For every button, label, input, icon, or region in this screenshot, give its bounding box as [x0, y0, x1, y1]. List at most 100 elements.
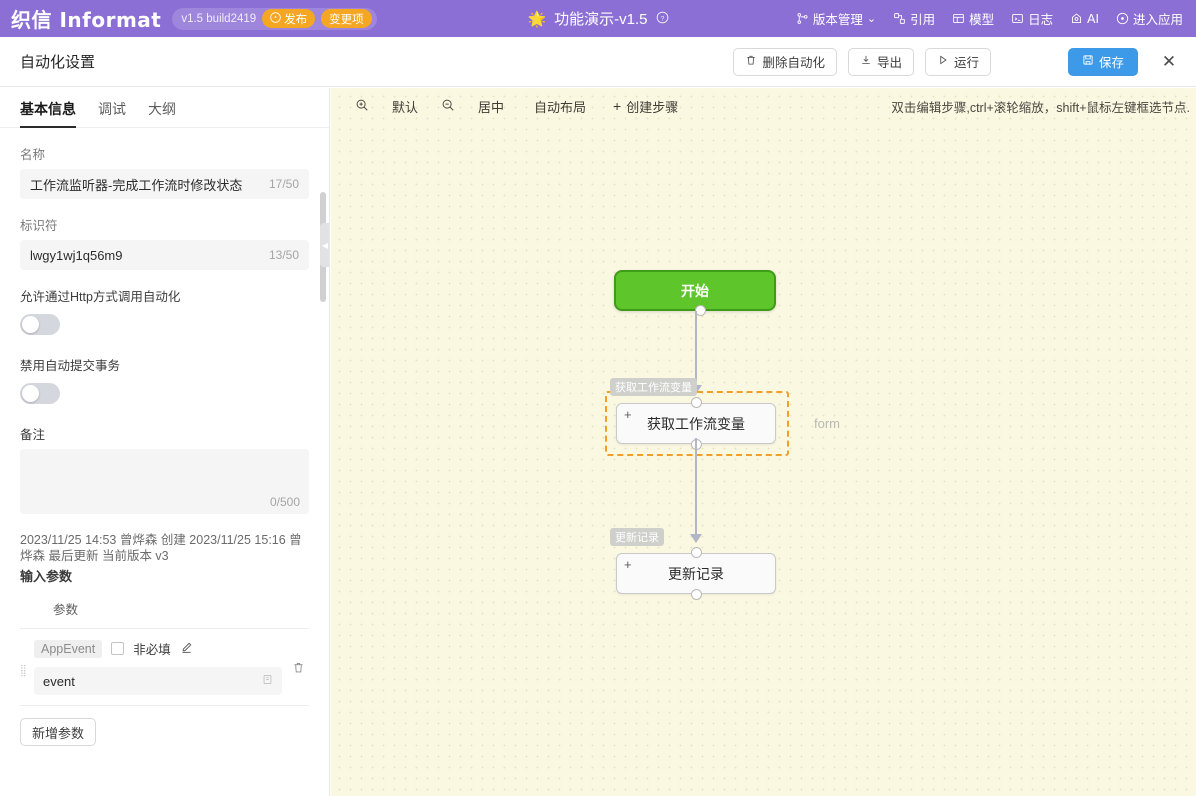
- model-icon: [952, 12, 965, 25]
- chevron-down-icon: ⌄: [867, 12, 876, 25]
- settings-side-panel: 基本信息 调试 大纲 名称 工作流监听器-完成工作流时修改状态 17/50 标识…: [0, 88, 330, 796]
- trash-icon: [745, 54, 757, 69]
- http-toggle-label: 允许通过Http方式调用自动化: [20, 286, 309, 305]
- zoom-out-icon: [441, 98, 455, 115]
- txn-toggle-switch[interactable]: [20, 383, 60, 404]
- header-right-menu: 版本管理 ⌄ 引用 模型 日志: [796, 9, 1196, 28]
- txn-toggle-knob: [22, 385, 39, 402]
- export-label: 导出: [877, 52, 902, 71]
- param-optional-label: 非必填: [133, 639, 171, 658]
- update-node-expand-plus-icon[interactable]: +: [624, 557, 632, 572]
- getvar-node-input-port[interactable]: [691, 397, 702, 408]
- menu-ai-label: AI: [1087, 12, 1099, 26]
- panel-collapse-handle[interactable]: ◀: [320, 223, 330, 267]
- txn-toggle-label: 禁用自动提交事务: [20, 355, 309, 374]
- zoom-in-button[interactable]: [345, 98, 377, 115]
- param-value-text: event: [43, 674, 75, 689]
- identifier-field-label: 标识符: [20, 215, 309, 234]
- auto-layout-button[interactable]: 自动布局: [519, 97, 601, 116]
- http-toggle-knob: [22, 316, 39, 333]
- name-field-label: 名称: [20, 144, 309, 163]
- flow-edge-arrow-2: [690, 534, 702, 543]
- param-value-input[interactable]: event: [34, 667, 282, 695]
- param-delete-icon[interactable]: [282, 639, 309, 677]
- canvas-hint-text: 双击编辑步骤,ctrl+滚轮缩放，shift+鼠标左键框选节点.: [891, 88, 1190, 124]
- zoom-out-button[interactable]: [433, 98, 463, 115]
- toolbar-actions: 删除自动化 导出 运行 保存 ✕: [733, 48, 1196, 76]
- name-input[interactable]: 工作流监听器-完成工作流时修改状态 17/50: [20, 169, 309, 199]
- name-input-value: 工作流监听器-完成工作流时修改状态: [30, 175, 242, 194]
- plus-icon: +: [613, 98, 621, 114]
- pencil-icon[interactable]: [180, 641, 193, 657]
- tab-outline[interactable]: 大纲: [148, 99, 176, 127]
- flow-node-update-record-tag: 更新记录: [610, 528, 664, 546]
- menu-reference-label: 引用: [910, 9, 935, 28]
- close-icon[interactable]: ✕: [1157, 50, 1181, 74]
- zoom-in-icon: [355, 98, 369, 115]
- flow-edge-getvar-to-update: [695, 438, 697, 536]
- param-column-header: 参数: [20, 585, 309, 629]
- node-expand-plus-icon[interactable]: +: [624, 407, 632, 422]
- flow-node-start-label: 开始: [681, 281, 709, 301]
- run-label: 运行: [954, 52, 979, 71]
- publish-label: 发布: [284, 11, 307, 27]
- remark-char-count: 0/500: [270, 495, 300, 509]
- flow-node-get-workflow-variable-label: 获取工作流变量: [647, 414, 745, 434]
- changes-button[interactable]: 变更项: [321, 9, 372, 28]
- delete-automation-button[interactable]: 删除自动化: [733, 48, 837, 76]
- flow-node-get-workflow-variable-tag: 获取工作流变量: [610, 378, 697, 396]
- menu-enter-app[interactable]: 进入应用: [1116, 9, 1183, 28]
- identifier-input[interactable]: lwgy1wj1q56m9 13/50: [20, 240, 309, 270]
- menu-version-management[interactable]: 版本管理 ⌄: [796, 9, 876, 28]
- menu-enter-app-label: 进入应用: [1133, 9, 1183, 28]
- add-param-button[interactable]: 新增参数: [20, 718, 96, 746]
- menu-model-label: 模型: [969, 9, 994, 28]
- flow-node-update-record[interactable]: + 更新记录: [616, 553, 776, 594]
- input-params-title: 输入参数: [20, 566, 309, 585]
- flow-node-start[interactable]: 开始: [614, 270, 776, 311]
- param-row: ⠿⠿ AppEvent 非必填 event: [20, 629, 309, 706]
- export-button[interactable]: 导出: [848, 48, 914, 76]
- run-button[interactable]: 运行: [925, 48, 991, 76]
- automation-toolbar: 自动化设置 删除自动化 导出 运行: [0, 37, 1196, 87]
- menu-log[interactable]: 日志: [1011, 9, 1053, 28]
- question-circle-icon[interactable]: ?: [656, 11, 669, 27]
- flow-node-update-record-wrap: 更新记录 + 更新记录: [616, 553, 776, 594]
- param-optional-checkbox[interactable]: [111, 642, 124, 655]
- copy-icon[interactable]: [262, 674, 273, 688]
- svg-text:?: ?: [660, 15, 664, 22]
- name-char-count: 17/50: [269, 177, 299, 191]
- canvas-toolbar: 默认 居中 自动布局 + 创建步骤 双击编辑步骤,ctrl+滚轮缩放，shift…: [331, 88, 1196, 124]
- create-step-button[interactable]: + 创建步骤: [601, 97, 693, 116]
- param-tag-row: AppEvent 非必填: [34, 639, 282, 658]
- reference-icon: [893, 12, 906, 25]
- flow-node-update-record-label: 更新记录: [668, 564, 724, 584]
- tab-debug[interactable]: 调试: [98, 99, 126, 127]
- http-toggle-switch[interactable]: [20, 314, 60, 335]
- remark-field-label: 备注: [20, 424, 309, 443]
- version-pill: v1.5 build2419 发布 变更项: [172, 8, 376, 30]
- center-view-button[interactable]: 居中: [463, 97, 519, 116]
- changes-label: 变更项: [329, 11, 364, 27]
- identifier-char-count: 13/50: [269, 248, 299, 262]
- branch-icon: [796, 12, 809, 25]
- drag-handle-icon[interactable]: ⠿⠿: [20, 639, 34, 677]
- menu-model[interactable]: 模型: [952, 9, 994, 28]
- app-title: 功能演示-v1.5: [554, 8, 647, 29]
- save-disk-icon: [1082, 54, 1094, 69]
- tab-basic-info[interactable]: 基本信息: [20, 99, 76, 127]
- flow-edge-start-to-getvar: [695, 311, 697, 387]
- update-node-output-port[interactable]: [691, 589, 702, 600]
- save-button[interactable]: 保存: [1068, 48, 1138, 76]
- publish-button[interactable]: 发布: [262, 9, 315, 28]
- export-icon: [860, 54, 872, 69]
- menu-reference[interactable]: 引用: [893, 9, 935, 28]
- remark-textarea[interactable]: 0/500: [20, 449, 309, 514]
- play-icon: [937, 54, 949, 69]
- menu-log-label: 日志: [1028, 9, 1053, 28]
- menu-ai[interactable]: AI: [1070, 12, 1099, 26]
- zoom-default-button[interactable]: 默认: [377, 97, 433, 116]
- create-step-label: 创建步骤: [626, 97, 678, 116]
- flow-canvas[interactable]: 默认 居中 自动布局 + 创建步骤 双击编辑步骤,ctrl+滚轮缩放，shift…: [331, 88, 1196, 796]
- update-node-input-port[interactable]: [691, 547, 702, 558]
